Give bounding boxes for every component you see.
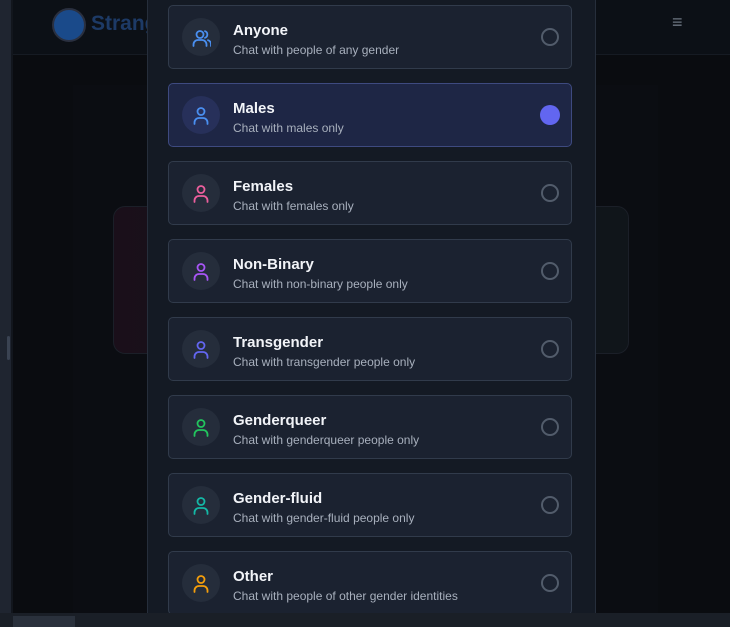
option-other[interactable]: Other Chat with people of other gender id… [168, 551, 572, 615]
option-genderqueer[interactable]: Genderqueer Chat with genderqueer people … [168, 395, 572, 459]
user-icon [182, 486, 220, 524]
option-anyone[interactable]: Anyone Chat with people of any gender [168, 5, 572, 69]
users-icon [182, 18, 220, 56]
option-title: Males [233, 100, 275, 117]
option-description: Chat with people of any gender [233, 43, 400, 57]
option-title: Females [233, 178, 294, 195]
hamburger-menu-icon[interactable]: ≡ [672, 12, 683, 33]
option-title: Gender-fluid [233, 490, 323, 507]
option-description: Chat with people of other gender identit… [233, 589, 458, 603]
user-icon [182, 252, 220, 290]
sidebar-resize-handle[interactable] [7, 336, 10, 360]
option-title: Other [233, 568, 274, 585]
option-non-binary[interactable]: Non-Binary Chat with non-binary people on… [168, 239, 572, 303]
radio-unselected[interactable] [541, 418, 559, 436]
option-males[interactable]: Males Chat with males only [168, 83, 572, 147]
option-description: Chat with non-binary people only [233, 277, 408, 291]
logo-icon [52, 8, 86, 42]
option-description: Chat with genderqueer people only [233, 433, 420, 447]
scrollbar-thumb[interactable] [13, 616, 75, 627]
option-description: Chat with females only [233, 199, 354, 213]
radio-unselected[interactable] [541, 28, 559, 46]
option-females[interactable]: Females Chat with females only [168, 161, 572, 225]
option-gender-fluid[interactable]: Gender-fluid Chat with gender-fluid peopl… [168, 473, 572, 537]
option-description: Chat with males only [233, 121, 344, 135]
user-icon [182, 96, 220, 134]
option-title: Anyone [233, 22, 289, 39]
option-transgender[interactable]: Transgender Chat with transgender people … [168, 317, 572, 381]
user-icon [182, 174, 220, 212]
horizontal-scrollbar[interactable] [0, 613, 730, 627]
option-title: Genderqueer [233, 412, 327, 429]
option-title: Non-Binary [233, 256, 314, 273]
sidebar-divider [11, 0, 13, 613]
radio-unselected[interactable] [541, 574, 559, 592]
user-icon [182, 330, 220, 368]
radio-unselected[interactable] [541, 262, 559, 280]
user-icon [182, 564, 220, 602]
radio-selected[interactable] [540, 105, 560, 125]
radio-unselected[interactable] [541, 340, 559, 358]
option-description: Chat with transgender people only [233, 355, 416, 369]
radio-unselected[interactable] [541, 496, 559, 514]
radio-unselected[interactable] [541, 184, 559, 202]
user-icon [182, 408, 220, 446]
option-title: Transgender [233, 334, 324, 351]
option-description: Chat with gender-fluid people only [233, 511, 415, 525]
